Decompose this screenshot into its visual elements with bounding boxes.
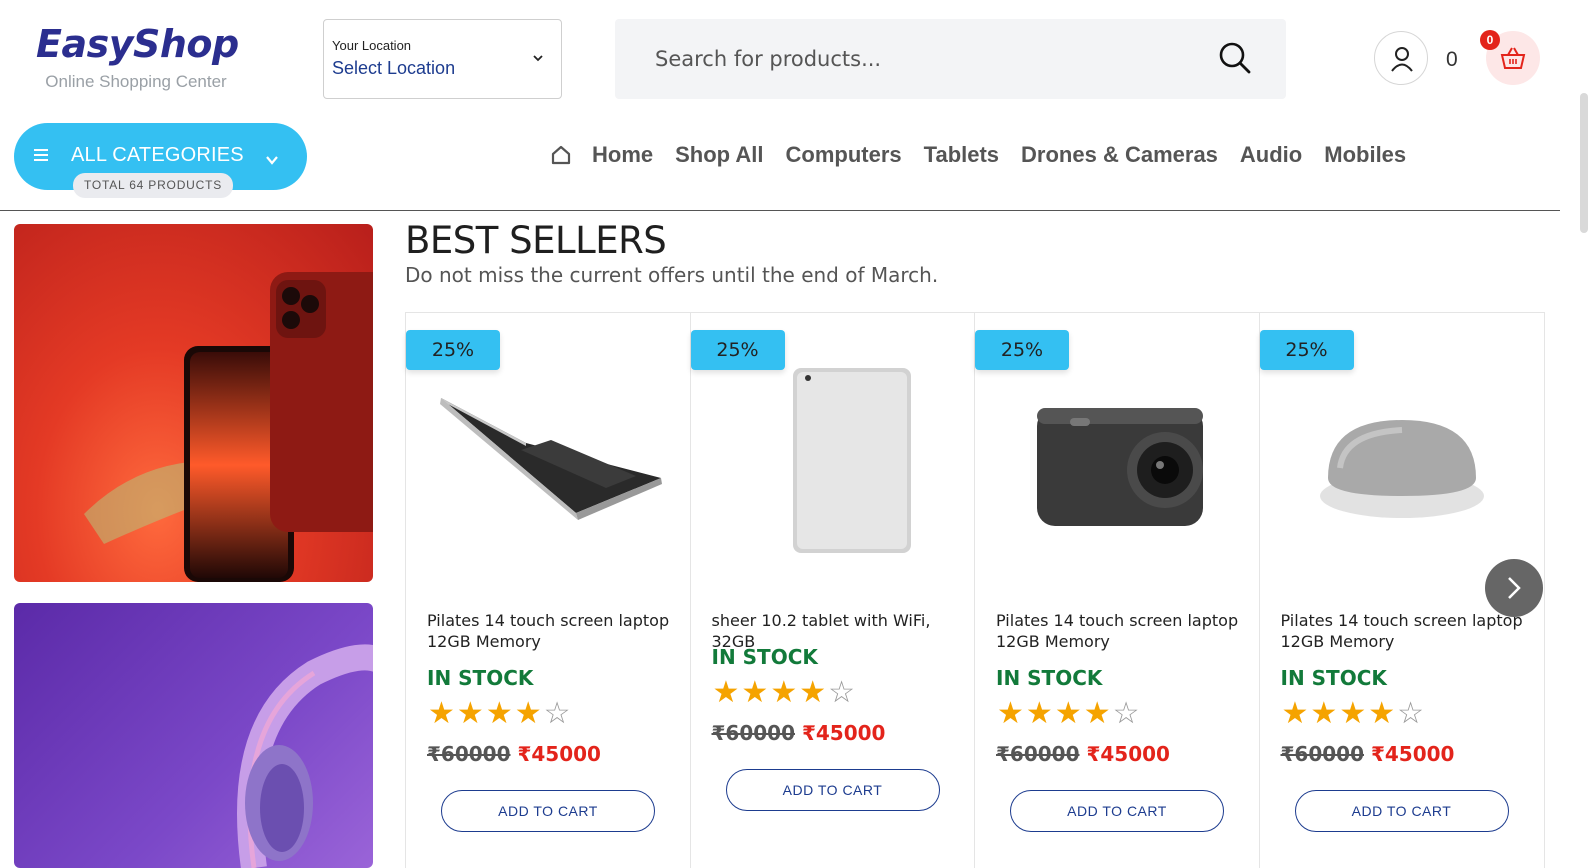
star-filled-icon: ★ <box>428 697 455 730</box>
rating-stars: ★ ★ ★ ★ ☆ <box>997 698 1142 730</box>
nav-link-home[interactable]: Home <box>592 142 653 168</box>
chevron-down-icon <box>533 55 543 62</box>
old-price: ₹60000 <box>1280 742 1365 766</box>
location-value: Select Location <box>332 58 456 78</box>
old-price: ₹60000 <box>996 742 1080 766</box>
camera-image <box>1037 408 1203 526</box>
add-to-cart-button[interactable]: ADD TO CART <box>725 769 940 811</box>
add-to-cart-button[interactable]: ADD TO CART <box>441 790 655 832</box>
product-name[interactable]: Pilates 14 touch screen laptop 12GB Memo… <box>1281 610 1541 652</box>
section-subtitle: Do not miss the current offers until the… <box>405 263 939 287</box>
star-filled-icon: ★ <box>1339 697 1367 730</box>
categories-label: ALL CATEGORIES <box>71 144 244 166</box>
star-filled-icon: ★ <box>741 676 769 709</box>
promo-banner-headphones[interactable] <box>14 603 373 868</box>
star-empty-icon: ☆ <box>1112 697 1140 730</box>
product-card[interactable]: 25% Pilates 14 touch screen laptop 12GB … <box>406 313 691 868</box>
price: ₹60000 ₹45000 <box>996 742 1170 766</box>
page-scrollbar[interactable] <box>1580 93 1588 233</box>
star-filled-icon: ★ <box>1368 697 1396 730</box>
star-empty-icon: ☆ <box>828 676 856 709</box>
nav-link-tablets[interactable]: Tablets <box>924 142 999 168</box>
total-products-badge: TOTAL 64 PRODUCTS <box>73 173 233 198</box>
star-filled-icon: ★ <box>997 697 1024 730</box>
stock-status: IN STOCK <box>427 666 534 690</box>
rating-stars: ★ ★ ★ ★ ☆ <box>428 698 573 730</box>
star-filled-icon: ★ <box>1310 697 1338 730</box>
star-filled-icon: ★ <box>1025 697 1053 730</box>
nav-link-computers[interactable]: Computers <box>786 142 902 168</box>
star-filled-icon: ★ <box>799 676 827 709</box>
old-price: ₹60000 <box>427 742 511 766</box>
smartphone-image <box>84 272 373 582</box>
user-icon <box>1391 47 1413 72</box>
stock-status: IN STOCK <box>1280 666 1387 690</box>
star-filled-icon: ★ <box>712 676 740 709</box>
new-price: ₹45000 <box>801 721 886 745</box>
star-empty-icon: ☆ <box>1397 697 1425 730</box>
nav-link-audio[interactable]: Audio <box>1240 142 1302 168</box>
product-name[interactable]: Pilates 14 touch screen laptop 12GB Memo… <box>427 610 687 652</box>
star-filled-icon: ★ <box>1083 697 1111 730</box>
basket-icon <box>1500 47 1526 69</box>
new-price: ₹45000 <box>517 742 601 766</box>
cart-count-badge: 0 <box>1480 30 1500 50</box>
product-name[interactable]: Pilates 14 touch screen laptop 12GB Memo… <box>996 610 1256 652</box>
star-filled-icon: ★ <box>1281 697 1309 730</box>
price: ₹60000 ₹45000 <box>1281 742 1455 766</box>
header-divider <box>0 210 1560 211</box>
laptop-image <box>440 398 662 520</box>
price: ₹60000 ₹45000 <box>427 742 601 766</box>
home-icon[interactable] <box>550 144 572 166</box>
new-price: ₹45000 <box>1086 742 1170 766</box>
search-icon[interactable] <box>1218 41 1252 75</box>
old-price: ₹60000 <box>711 721 796 745</box>
logo-title: EasyShop <box>36 22 239 66</box>
location-label: Your Location <box>332 38 412 53</box>
chevron-right-icon <box>1508 577 1521 599</box>
menu-icon <box>34 149 48 161</box>
price: ₹60000 ₹45000 <box>712 721 886 745</box>
star-filled-icon: ★ <box>514 697 542 730</box>
star-filled-icon: ★ <box>770 676 798 709</box>
account-button[interactable] <box>1374 31 1428 85</box>
main-nav: Home Shop All Computers Tablets Drones &… <box>550 140 1428 170</box>
headphones-image <box>237 644 373 868</box>
rating-stars: ★ ★ ★ ★ ☆ <box>713 677 858 709</box>
star-empty-icon: ☆ <box>543 697 571 730</box>
smart-speaker-image <box>1319 420 1484 518</box>
add-to-cart-button[interactable]: ADD TO CART <box>1294 790 1509 832</box>
promo-banner-phones[interactable] <box>14 224 373 582</box>
nav-link-drones-cameras[interactable]: Drones & Cameras <box>1021 142 1218 168</box>
new-price: ₹45000 <box>1370 742 1455 766</box>
star-filled-icon: ★ <box>485 697 513 730</box>
section-title: BEST SELLERS <box>405 219 667 262</box>
product-card[interactable]: 25% sheer 10.2 tablet with WiFi, 32GB IN… <box>690 313 975 868</box>
nav-link-shop-all[interactable]: Shop All <box>675 142 763 168</box>
product-carousel: 25% Pilates 14 touch screen laptop 12GB … <box>405 312 1545 868</box>
tablet-image <box>792 368 911 553</box>
carousel-next-button[interactable] <box>1485 559 1543 617</box>
chevron-down-icon <box>266 156 278 165</box>
wishlist-count: 0 <box>1446 48 1458 71</box>
logo-subtitle: Online Shopping Center <box>45 72 227 91</box>
stock-status: IN STOCK <box>711 645 818 669</box>
star-filled-icon: ★ <box>1054 697 1082 730</box>
product-card[interactable]: 25% Pilates 14 touch screen laptop 12GB … <box>975 313 1260 868</box>
search-input[interactable] <box>615 19 1175 99</box>
nav-link-mobiles[interactable]: Mobiles <box>1324 142 1406 168</box>
logo[interactable]: EasyShop Online Shopping Center <box>36 22 239 92</box>
star-filled-icon: ★ <box>456 697 484 730</box>
search-bar <box>615 19 1286 99</box>
add-to-cart-button[interactable]: ADD TO CART <box>1010 790 1224 832</box>
rating-stars: ★ ★ ★ ★ ☆ <box>1282 698 1427 730</box>
stock-status: IN STOCK <box>996 666 1103 690</box>
location-selector[interactable]: Your Location Select Location <box>323 19 562 99</box>
